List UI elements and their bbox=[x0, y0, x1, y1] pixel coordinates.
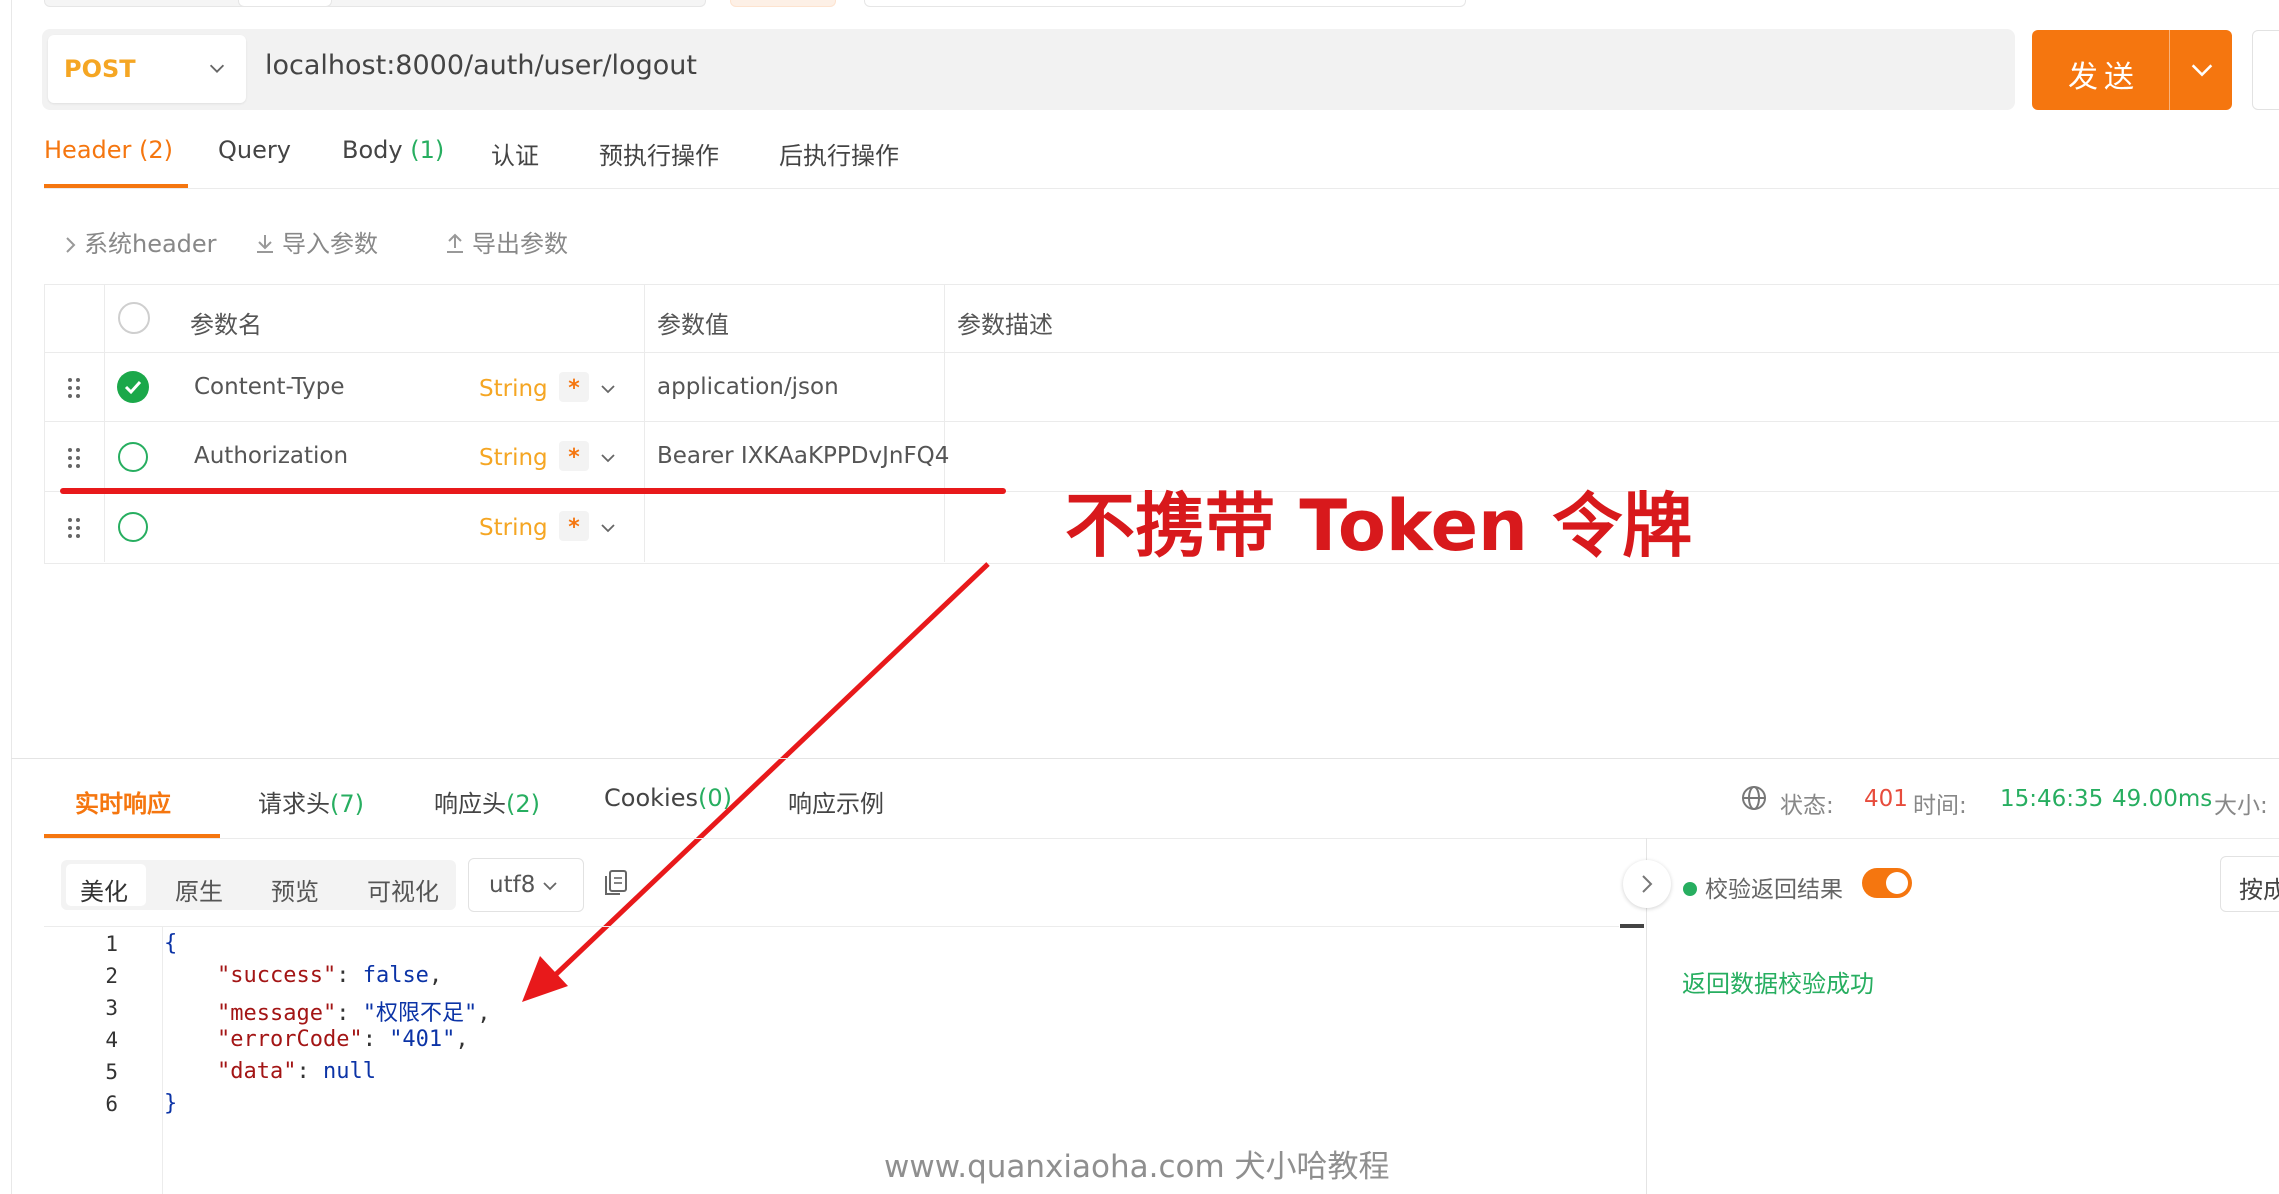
code-line: { bbox=[164, 931, 178, 956]
line-number: 1 bbox=[105, 932, 118, 956]
editor-top-border bbox=[44, 926, 1619, 927]
size-label: 大小: bbox=[2214, 793, 2268, 819]
code-line: "errorCode": "401", bbox=[216, 1027, 469, 1052]
time-label: 时间: bbox=[1913, 793, 1967, 819]
tab-request-headers[interactable]: 请求头(7) bbox=[258, 784, 364, 819]
view-mode-preview[interactable]: 预览 bbox=[271, 872, 319, 907]
response-divider bbox=[11, 758, 2279, 759]
tab-realtime-response[interactable]: 实时响应 bbox=[75, 784, 171, 819]
duration-value: 49.00ms bbox=[2112, 786, 2213, 812]
chevron-down-icon bbox=[543, 882, 557, 891]
line-number: 6 bbox=[105, 1092, 118, 1116]
code-line: "message": "权限不足", bbox=[216, 1001, 491, 1026]
copy-icon[interactable] bbox=[602, 868, 630, 898]
verify-result-label: 校验返回结果 bbox=[1683, 870, 1843, 904]
editor-gutter-divider bbox=[162, 926, 163, 1194]
chevron-right-icon bbox=[1642, 875, 1653, 893]
view-mode-raw[interactable]: 原生 bbox=[175, 872, 223, 907]
code-line: "success": false, bbox=[216, 963, 443, 988]
response-tabs-divider bbox=[44, 838, 2279, 839]
status-code: 401 bbox=[1864, 786, 1908, 812]
verify-toggle[interactable] bbox=[1862, 868, 1912, 898]
status-label: 状态: bbox=[1780, 793, 1834, 819]
globe-icon[interactable] bbox=[1740, 784, 1768, 812]
line-number: 3 bbox=[105, 996, 118, 1020]
tab-cookies[interactable]: Cookies(0) bbox=[604, 784, 732, 812]
line-number: 4 bbox=[105, 1028, 118, 1052]
encoding-value: utf8 bbox=[489, 872, 536, 898]
toggle-knob bbox=[1886, 872, 1908, 894]
line-number: 2 bbox=[105, 964, 118, 988]
collapse-button[interactable] bbox=[1623, 860, 1671, 908]
status-dot bbox=[1683, 882, 1697, 896]
tab-response-example[interactable]: 响应示例 bbox=[788, 784, 884, 819]
code-line: } bbox=[164, 1091, 178, 1116]
verify-success-message: 返回数据校验成功 bbox=[1682, 970, 1874, 998]
press-button[interactable]: 按成 bbox=[2220, 856, 2279, 912]
editor-scrollbar[interactable] bbox=[1620, 924, 1644, 928]
view-mode-visualize[interactable]: 可视化 bbox=[367, 872, 439, 907]
time-value: 15:46:35 bbox=[2000, 786, 2104, 812]
tab-response-headers[interactable]: 响应头(2) bbox=[434, 784, 540, 819]
encoding-select[interactable]: utf8 bbox=[468, 858, 584, 912]
watermark: www.quanxiaoha.com 犬小哈教程 bbox=[884, 1149, 1390, 1185]
code-line: "data": null bbox=[216, 1059, 376, 1084]
line-number: 5 bbox=[105, 1060, 118, 1084]
view-mode-pretty[interactable]: 美化 bbox=[80, 872, 128, 907]
